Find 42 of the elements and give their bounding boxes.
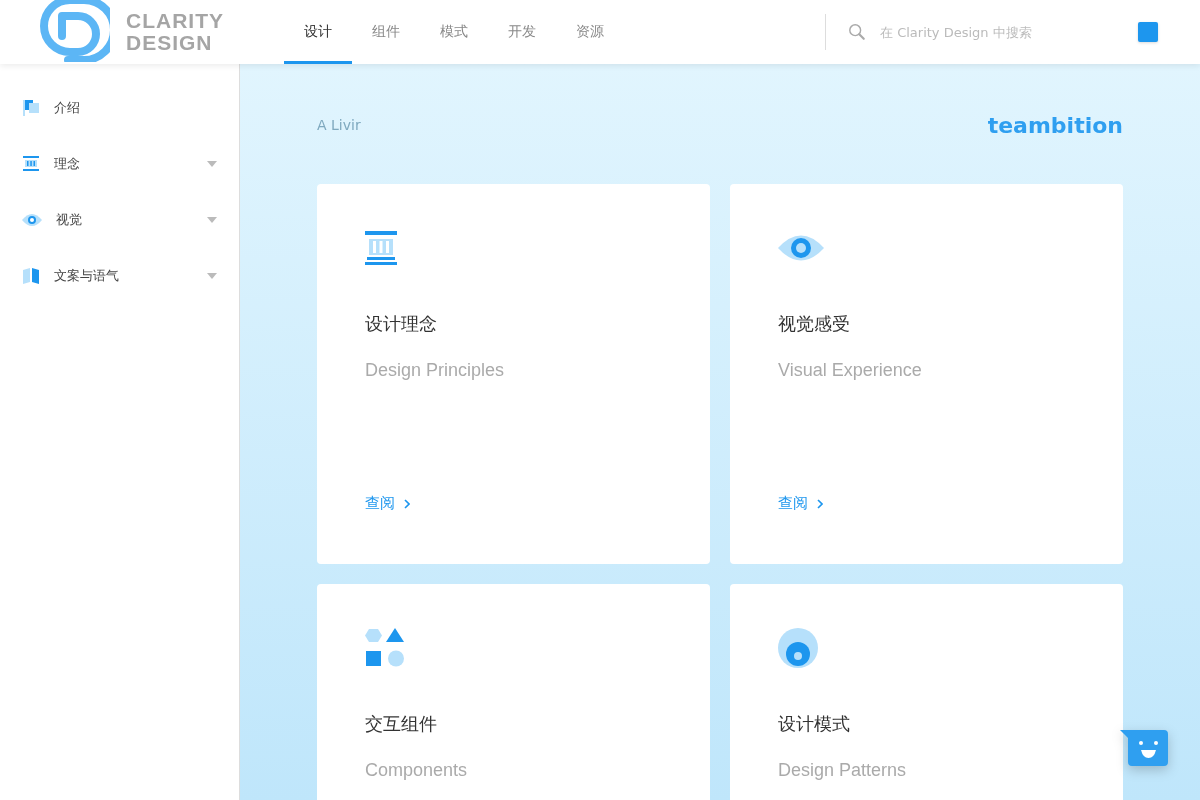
sidebar-label: 介绍 [54, 99, 81, 117]
card-subtitle: Design Principles [365, 360, 506, 381]
book-icon [22, 268, 40, 284]
card-title: 视觉感受 [778, 312, 851, 336]
sidebar-item[interactable]: 视觉 [0, 192, 239, 248]
sidebar-item[interactable]: 文案与语气 [0, 248, 239, 304]
card-title: 交互组件 [365, 712, 438, 736]
chevron-icon [404, 498, 410, 509]
logo-text: CLARITY [126, 10, 224, 32]
faint-text: A Livir [317, 117, 361, 133]
card-title: 设计模式 [778, 712, 851, 736]
nav-tab[interactable]: 模式 [420, 0, 488, 64]
target-icon [778, 628, 818, 668]
logo-text: DESIGN [126, 32, 214, 54]
logo-icon [40, 0, 110, 62]
pillar-icon [22, 155, 40, 173]
card-subtitle: Components [365, 760, 469, 781]
eye-icon [778, 233, 824, 263]
nav-tab[interactable]: 资源 [556, 0, 624, 64]
pillar-icon [365, 231, 397, 265]
chevron-icon [817, 498, 823, 509]
card[interactable]: 交互组件 Components [317, 584, 710, 800]
sidebar-item[interactable]: 理念 [0, 136, 239, 192]
eye-icon [22, 213, 42, 227]
card-title: 设计理念 [365, 312, 438, 336]
card-subtitle: Visual Experience [778, 360, 923, 381]
card[interactable]: 设计理念 Design Principles 查阅 [317, 184, 710, 564]
sidebar-label: 文案与语气 [54, 267, 120, 285]
shapes-icon [365, 628, 405, 668]
flag-icon [22, 99, 40, 117]
card[interactable]: 视觉感受 Visual Experience 查阅 [730, 184, 1123, 564]
card[interactable]: 设计模式 Design Patterns [730, 584, 1123, 800]
brand-logo: teambition [987, 112, 1123, 138]
search-field[interactable]: 在 Clarity Design 中搜索 [826, 23, 1138, 41]
sidebar-label: 理念 [54, 155, 81, 173]
nav-tab[interactable]: 组件 [352, 0, 420, 64]
chat-bot-icon[interactable] [1120, 728, 1170, 768]
sidebar-item[interactable]: 介绍 [0, 80, 239, 136]
sidebar-label: 视觉 [56, 211, 83, 229]
nav-tab[interactable]: 开发 [488, 0, 556, 64]
search-icon [848, 23, 866, 41]
card-subtitle: Design Patterns [778, 760, 908, 781]
